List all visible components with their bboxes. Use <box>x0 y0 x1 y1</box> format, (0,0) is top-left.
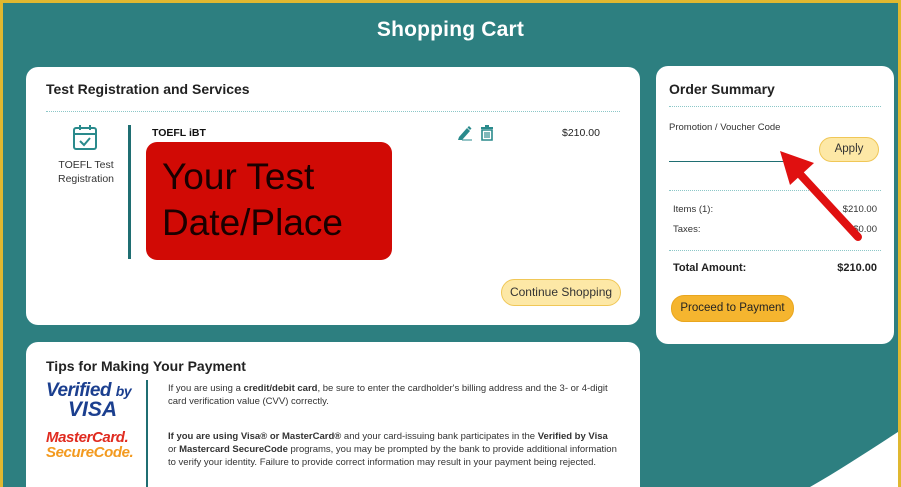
page-title: Shopping Cart <box>376 18 525 41</box>
tips-text-bold: credit/debit card <box>243 383 318 394</box>
tips-divider-bar <box>146 380 148 487</box>
item-price: $210.00 <box>562 127 600 139</box>
tips-text-bold: Verified by Visa <box>537 431 608 442</box>
decorative-corner-shape <box>810 430 901 487</box>
tips-text: If you are using a <box>168 383 244 394</box>
red-arrow-annotation <box>780 151 862 241</box>
taxes-label: Taxes: <box>673 224 701 235</box>
tips-section-title: Tips for Making Your Payment <box>46 358 246 374</box>
pencil-icon[interactable] <box>457 125 472 141</box>
item-divider-bar <box>128 125 131 259</box>
tips-text-bold: If you are using Visa® or MasterCard® <box>168 431 342 442</box>
calendar-check-icon <box>73 125 97 150</box>
divider <box>669 106 881 107</box>
items-label: Items (1): <box>673 204 714 215</box>
verified-by-visa-logo: Verified by VISA <box>46 380 132 422</box>
total-amount-value: $210.00 <box>837 262 877 274</box>
product-name: TOEFL iBT <box>152 127 206 139</box>
order-summary-title: Order Summary <box>669 81 775 97</box>
securecode-logo-text: SecureCode. <box>46 444 134 461</box>
trash-icon[interactable] <box>480 125 494 141</box>
divider <box>669 250 881 251</box>
mastercard-securecode-logo: MasterCard. SecureCode. <box>46 429 134 461</box>
tips-text: and your card-issuing bank participates … <box>341 431 538 442</box>
tips-paragraph-verified: If you are using Visa® or MasterCard® an… <box>168 430 618 469</box>
visa-logo-by: by <box>115 383 132 399</box>
payment-tips-card: Tips for Making Your Payment Verified by… <box>26 342 640 487</box>
divider <box>46 111 620 112</box>
registration-card: Test Registration and Services TOEFL Tes… <box>26 67 640 325</box>
tips-text: or <box>168 444 180 455</box>
tips-paragraph-card: If you are using a credit/debit card, be… <box>168 382 618 408</box>
registration-section-title: Test Registration and Services <box>46 81 250 97</box>
tips-text-bold: Mastercard SecureCode <box>179 444 288 455</box>
registration-item-label: TOEFL Test Registration <box>57 159 115 185</box>
proceed-to-payment-button[interactable]: Proceed to Payment <box>671 295 794 322</box>
promo-code-label: Promotion / Voucher Code <box>669 122 781 133</box>
continue-shopping-button[interactable]: Continue Shopping <box>501 279 621 306</box>
test-date-place-overlay: Your Test Date/Place <box>146 142 392 260</box>
total-amount-label: Total Amount: <box>673 262 747 274</box>
